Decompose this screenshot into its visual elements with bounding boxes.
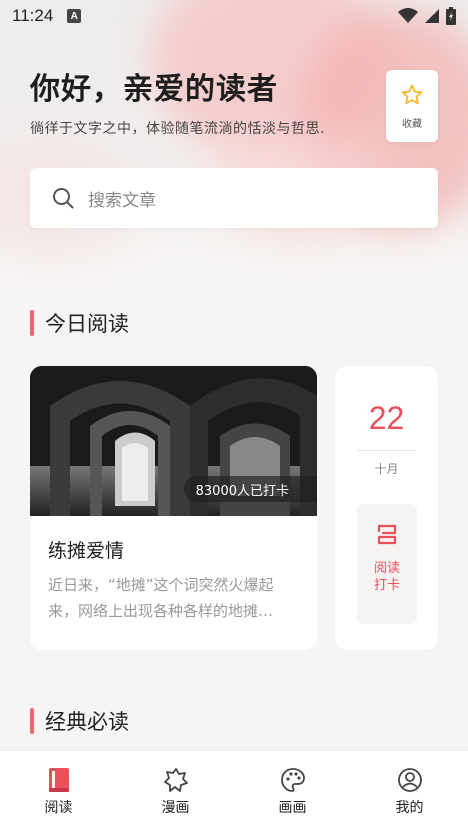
tab-painting[interactable]: 画画 [234,751,351,832]
notification-icon: A [67,9,82,23]
section-today: 今日阅读 [30,308,129,338]
date-divider [357,450,416,451]
section-accent-bar [30,708,34,734]
signal-icon [425,9,439,23]
profile-icon [397,768,422,792]
search-icon [53,188,74,209]
search-bar[interactable]: 搜索文章 [30,168,438,228]
checkin-label: 阅读打卡 [373,561,400,593]
bottom-tab-bar: 阅读 漫画 画画 我的 [0,750,468,832]
hero-background [0,0,468,290]
article-excerpt: 近日来，“地摊”这个词突然火爆起来，网络上出现各种各样的地摊… [48,576,274,620]
tab-label: 阅读 [44,800,73,816]
date-day: 22 [368,400,405,436]
tab-reading[interactable]: 阅读 [0,751,117,832]
checkin-count-badge: 83000人已打卡 [183,476,317,502]
search-placeholder: 搜索文章 [88,190,156,211]
checkin-icon [377,524,397,545]
tab-profile[interactable]: 我的 [351,751,468,832]
date-card: 22 十月 阅读打卡 [335,366,438,650]
star-icon [401,84,423,104]
tab-label: 我的 [395,800,424,816]
favorites-label: 收藏 [402,118,422,130]
article-image: 83000人已打卡 [30,366,317,516]
date-month: 十月 [374,462,399,476]
favorites-button[interactable]: 收藏 [386,70,438,142]
section-accent-bar [30,310,34,336]
status-bar: 11:24 A [0,0,468,32]
section-today-title: 今日阅读 [45,312,129,336]
greeting-title: 你好，亲爱的读者 [30,72,278,107]
comic-icon [163,768,188,792]
battery-icon [446,7,456,25]
article-title: 练摊爱情 [48,540,125,562]
book-icon [48,768,69,792]
wifi-icon [398,8,418,23]
article-card[interactable]: 83000人已打卡 练摊爱情 近日来，“地摊”这个词突然火爆起来，网络上出现各种… [30,366,317,650]
section-classics-title: 经典必读 [45,710,129,734]
reading-checkin-button[interactable]: 阅读打卡 [357,504,417,624]
greeting-subtitle: 徜徉于文字之中，体验随笔流淌的恬淡与哲思. [30,121,325,137]
tab-label: 画画 [278,800,307,816]
tab-label: 漫画 [161,800,190,816]
section-classics: 经典必读 [30,706,129,736]
tab-comics[interactable]: 漫画 [117,751,234,832]
palette-icon [280,768,305,792]
status-time: 11:24 [12,6,54,25]
